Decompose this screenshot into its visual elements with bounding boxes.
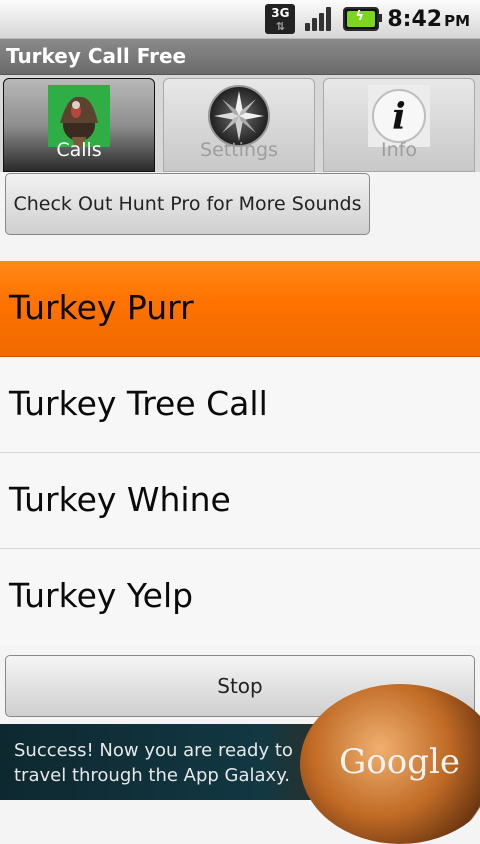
title-bar: Turkey Call Free xyxy=(0,39,480,75)
data-arrows-icon: ⇅ xyxy=(275,20,285,33)
clock-time: 8:42 xyxy=(387,6,443,32)
app-title: Turkey Call Free xyxy=(6,44,187,68)
info-icon: i xyxy=(368,85,430,147)
call-item-turkey-whine[interactable]: Turkey Whine xyxy=(0,453,480,549)
compass-icon xyxy=(208,85,270,147)
call-item-turkey-tree-call[interactable]: Turkey Tree Call xyxy=(0,357,480,453)
battery-charging-icon: ϟ xyxy=(343,7,383,31)
network-3g-icon: 3G ⇅ xyxy=(265,4,296,34)
svg-text:i: i xyxy=(392,96,406,138)
turkey-icon xyxy=(48,85,110,147)
status-icons: 3G ⇅ ϟ 8:42 PM xyxy=(265,3,470,35)
tab-info-label: Info xyxy=(381,139,417,161)
tab-settings[interactable]: Settings xyxy=(163,78,315,172)
tab-calls[interactable]: Calls xyxy=(3,78,155,172)
call-item-turkey-purr[interactable]: Turkey Purr xyxy=(0,261,480,357)
clock-ampm: PM xyxy=(444,11,470,30)
call-item-label: Turkey Whine xyxy=(9,480,231,519)
google-logo: Google xyxy=(339,742,460,782)
call-item-label: Turkey Yelp xyxy=(9,576,194,615)
tab-bar: Calls Settings i Info xyxy=(0,75,480,172)
status-bar: 3G ⇅ ϟ 8:42 PM xyxy=(0,0,480,39)
call-list: Turkey Purr Turkey Tree Call Turkey Whin… xyxy=(0,261,480,645)
ad-line-1: Success! Now you are ready to xyxy=(14,740,293,761)
hunt-pro-promo-button[interactable]: Check Out Hunt Pro for More Sounds xyxy=(5,173,370,235)
ad-text: Success! Now you are ready to travel thr… xyxy=(14,738,293,788)
tab-info[interactable]: i Info xyxy=(323,78,475,172)
tab-settings-label: Settings xyxy=(200,139,278,161)
ad-line-2: travel through the App Galaxy. xyxy=(14,765,291,786)
call-item-label: Turkey Tree Call xyxy=(9,384,268,423)
tab-calls-label: Calls xyxy=(56,139,102,161)
call-item-turkey-yelp[interactable]: Turkey Yelp xyxy=(0,549,480,645)
network-type: 3G xyxy=(271,6,290,20)
clock: 8:42 PM xyxy=(387,7,470,32)
ad-banner[interactable]: Success! Now you are ready to travel thr… xyxy=(0,684,480,844)
call-item-label: Turkey Purr xyxy=(9,288,194,327)
signal-strength-icon xyxy=(303,5,335,33)
